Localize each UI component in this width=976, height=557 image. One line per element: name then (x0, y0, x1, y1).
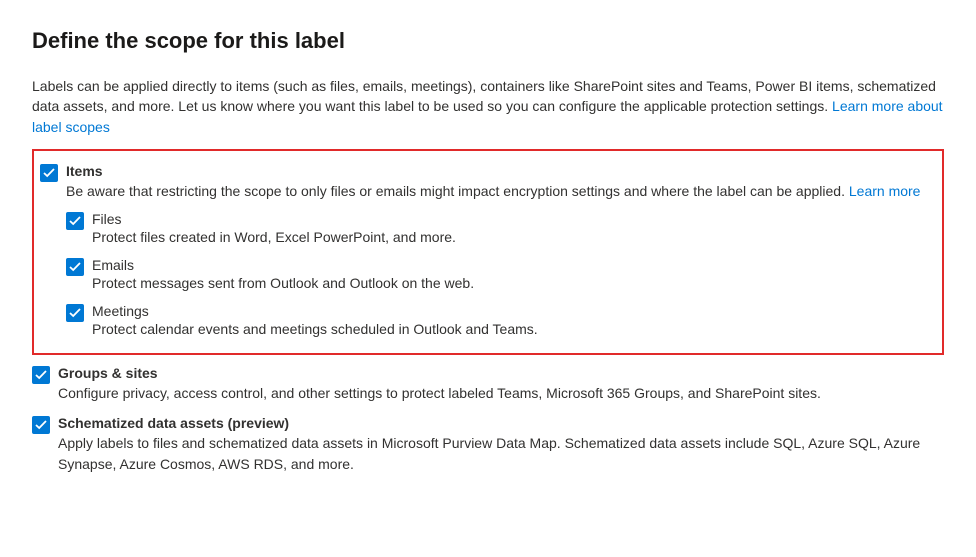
meetings-description: Protect calendar events and meetings sch… (92, 321, 934, 337)
files-checkbox[interactable] (66, 212, 84, 230)
intro-text: Labels can be applied directly to items … (32, 78, 936, 114)
scope-items: Items Be aware that restricting the scop… (40, 161, 934, 337)
page-title: Define the scope for this label (32, 28, 944, 54)
scope-groups: Groups & sites Configure privacy, access… (32, 363, 944, 403)
check-icon (35, 369, 47, 381)
emails-description: Protect messages sent from Outlook and O… (92, 275, 934, 291)
groups-description: Configure privacy, access control, and o… (58, 383, 944, 403)
check-icon (35, 419, 47, 431)
groups-checkbox[interactable] (32, 366, 50, 384)
files-description: Protect files created in Word, Excel Pow… (92, 229, 934, 245)
files-label: Files (92, 211, 122, 227)
emails-label: Emails (92, 257, 134, 273)
check-icon (43, 167, 55, 179)
items-sub-list: Files Protect files created in Word, Exc… (66, 209, 934, 337)
schematized-description: Apply labels to files and schematized da… (58, 433, 944, 474)
items-description: Be aware that restricting the scope to o… (66, 181, 934, 201)
check-icon (69, 261, 81, 273)
meetings-label: Meetings (92, 303, 149, 319)
emails-checkbox[interactable] (66, 258, 84, 276)
meetings-checkbox[interactable] (66, 304, 84, 322)
schematized-label: Schematized data assets (preview) (58, 415, 289, 431)
items-label: Items (66, 163, 103, 179)
scope-schematized: Schematized data assets (preview) Apply … (32, 413, 944, 474)
items-learn-more-link[interactable]: Learn more (849, 183, 921, 199)
sub-item-emails: Emails Protect messages sent from Outloo… (66, 255, 934, 291)
sub-item-meetings: Meetings Protect calendar events and mee… (66, 301, 934, 337)
intro-paragraph: Labels can be applied directly to items … (32, 76, 944, 137)
groups-label: Groups & sites (58, 365, 158, 381)
check-icon (69, 307, 81, 319)
sub-item-files: Files Protect files created in Word, Exc… (66, 209, 934, 245)
items-checkbox[interactable] (40, 164, 58, 182)
schematized-checkbox[interactable] (32, 416, 50, 434)
check-icon (69, 215, 81, 227)
highlight-box: Items Be aware that restricting the scop… (32, 149, 944, 355)
